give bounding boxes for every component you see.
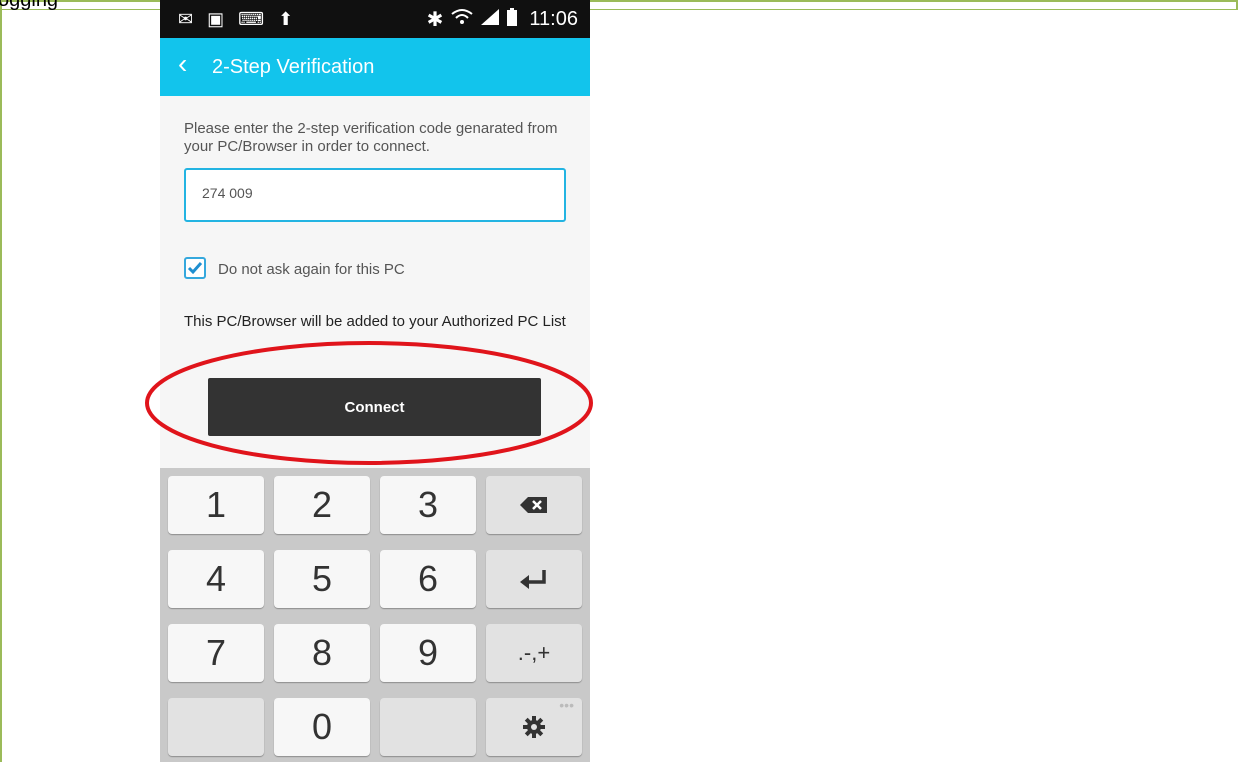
key-3[interactable]: 3 bbox=[380, 476, 476, 534]
bluetooth-icon: ✱ bbox=[426, 9, 444, 31]
instructions-text: Please enter the 2-step verification cod… bbox=[184, 120, 558, 155]
top-caption: ogging bbox=[0, 0, 59, 11]
app-bar: ‹ 2-Step Verification bbox=[160, 38, 590, 96]
battery-icon bbox=[507, 7, 518, 32]
verification-code-input[interactable]: 274 009 bbox=[184, 168, 566, 222]
key-9[interactable]: 9 bbox=[380, 624, 476, 682]
back-chevron-icon[interactable]: ‹ bbox=[178, 50, 187, 78]
status-time: 11:06 bbox=[529, 8, 578, 30]
key-8[interactable]: 8 bbox=[274, 624, 370, 682]
backspace-key[interactable] bbox=[486, 476, 582, 534]
remember-pc-label[interactable]: Do not ask again for this PC bbox=[218, 261, 405, 278]
keyboard-icon: ⌨ bbox=[238, 9, 265, 29]
key-5[interactable]: 5 bbox=[274, 550, 370, 608]
symbols-key[interactable]: .-,+ bbox=[486, 624, 582, 682]
upload-icon: ⬆ bbox=[278, 9, 294, 29]
signal-icon bbox=[481, 8, 500, 31]
wifi-icon bbox=[451, 8, 474, 32]
checkmark-icon bbox=[187, 262, 203, 275]
key-0[interactable]: 0 bbox=[274, 698, 370, 756]
settings-key[interactable]: ••• bbox=[486, 698, 582, 756]
settings-gear-icon bbox=[523, 716, 545, 738]
image-icon: ▣ bbox=[207, 9, 225, 29]
enter-key[interactable] bbox=[486, 550, 582, 608]
key-7[interactable]: 7 bbox=[168, 624, 264, 682]
remember-pc-checkbox[interactable] bbox=[184, 257, 206, 279]
frame-left-border bbox=[0, 0, 2, 762]
status-bar: ✉ ▣ ⌨ ⬆ ✱ 11:06 bbox=[160, 0, 590, 38]
enter-icon bbox=[520, 570, 546, 589]
status-left-icons: ✉ ▣ ⌨ ⬆ bbox=[178, 9, 293, 30]
key-1[interactable]: 1 bbox=[168, 476, 264, 534]
authorized-note: This PC/Browser will be added to your Au… bbox=[184, 313, 566, 330]
key-4[interactable]: 4 bbox=[168, 550, 264, 608]
symbols-key-label: .-,+ bbox=[517, 640, 551, 665]
page-title: 2-Step Verification bbox=[212, 56, 375, 78]
status-right-icons: ✱ 11:06 bbox=[427, 7, 578, 32]
backspace-icon bbox=[520, 497, 547, 513]
key-6[interactable]: 6 bbox=[380, 550, 476, 608]
mail-icon: ✉ bbox=[178, 9, 194, 29]
more-dots-icon: ••• bbox=[559, 697, 574, 713]
key-2[interactable]: 2 bbox=[274, 476, 370, 534]
verification-code-value: 274 009 bbox=[202, 185, 253, 201]
blank-key-left[interactable] bbox=[168, 698, 264, 756]
connect-button[interactable]: Connect bbox=[208, 378, 541, 436]
phone-screen: ✉ ▣ ⌨ ⬆ ✱ 11:06 ‹ 2-Step Verification Pl… bbox=[160, 0, 590, 762]
numeric-keyboard: 1 2 3 4 5 6 7 8 9 .-,+ 0 ••• bbox=[160, 468, 590, 762]
blank-key-right[interactable] bbox=[380, 698, 476, 756]
